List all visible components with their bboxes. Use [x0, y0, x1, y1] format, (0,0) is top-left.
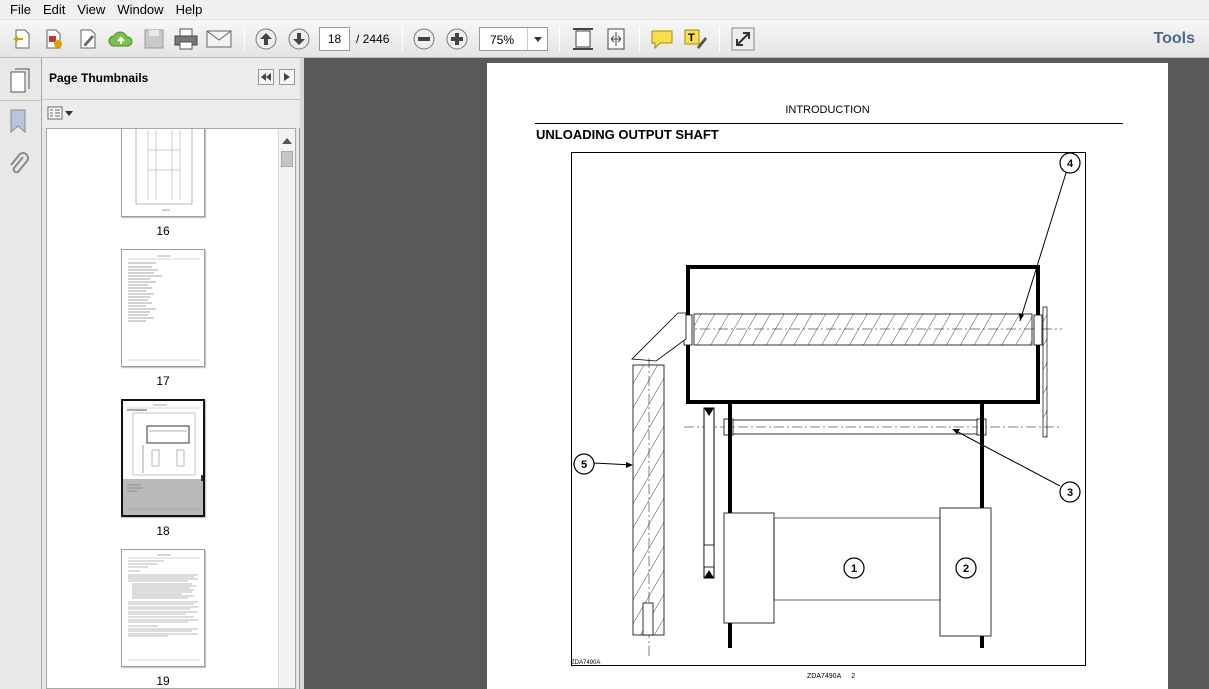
thumbnails-panel-header: Page Thumbnails: [42, 58, 300, 100]
toolbar-separator: [719, 27, 720, 51]
options-menu-icon[interactable]: [47, 106, 73, 120]
svg-text:T: T: [688, 32, 695, 44]
callout-2: 2: [963, 563, 969, 575]
fit-width-icon[interactable]: [602, 25, 630, 53]
thumbnails-scrollbar[interactable]: [278, 129, 295, 688]
menu-view[interactable]: View: [71, 0, 111, 20]
comment-icon[interactable]: [648, 25, 676, 53]
save-icon[interactable]: [140, 25, 168, 53]
fit-page-icon[interactable]: [569, 25, 597, 53]
callout-5: 5: [581, 459, 587, 471]
thumbnail-label: 18: [156, 524, 170, 538]
page-total: / 2446: [356, 32, 390, 46]
strip-divider: [0, 100, 42, 101]
callout-1: 1: [851, 563, 857, 575]
zoom-out-icon[interactable]: [410, 25, 438, 53]
scroll-up-icon[interactable]: [282, 133, 292, 147]
thumbnail-page[interactable]: [121, 249, 205, 367]
technical-figure: 1 2 3 4 5: [571, 152, 1086, 666]
previous-page-icon[interactable]: [252, 25, 280, 53]
toolbar-separator: [559, 27, 560, 51]
menu-help[interactable]: Help: [170, 0, 209, 20]
figure-code: ZDA7490A: [571, 660, 601, 666]
page-header: INTRODUCTION: [785, 104, 870, 116]
chevron-down-icon[interactable]: [527, 28, 547, 50]
navigation-pane: [0, 58, 42, 689]
thumbnail-label: 19: [156, 674, 170, 688]
menu-edit[interactable]: Edit: [37, 0, 71, 20]
page-number-input[interactable]: [319, 27, 350, 51]
page-thumbnails-icon[interactable]: [8, 68, 32, 97]
thumbnail-label: 16: [156, 224, 170, 238]
print-icon[interactable]: [172, 25, 200, 53]
menu-window[interactable]: Window: [111, 0, 169, 20]
thumbnail-page[interactable]: [121, 549, 205, 667]
create-pdf-icon[interactable]: [8, 25, 36, 53]
panel-title: Page Thumbnails: [49, 71, 149, 85]
thumbnails-options-bar: [42, 100, 300, 128]
toolbar-separator: [639, 27, 640, 51]
footer-page-number: 2: [851, 673, 856, 680]
header-rule: [535, 123, 1123, 124]
fullscreen-icon[interactable]: [729, 25, 757, 53]
menu-file[interactable]: File: [4, 0, 37, 20]
zoom-value: 75%: [490, 33, 515, 47]
collapse-panel-icon[interactable]: [258, 69, 274, 85]
callout-3: 3: [1067, 487, 1073, 499]
upload-cloud-icon[interactable]: [107, 25, 135, 53]
next-page-icon[interactable]: [285, 25, 313, 53]
scroll-thumb[interactable]: [281, 151, 293, 167]
thumbnail-page[interactable]: [121, 129, 205, 217]
callout-4: 4: [1067, 158, 1074, 170]
document-viewer[interactable]: INTRODUCTION UNLOADING OUTPUT SHAFT 1 2 …: [304, 58, 1209, 689]
expand-panel-icon[interactable]: [279, 69, 295, 85]
document-page: INTRODUCTION UNLOADING OUTPUT SHAFT 1 2 …: [487, 63, 1168, 689]
toolbar-separator: [244, 27, 245, 51]
edit-icon[interactable]: [74, 25, 102, 53]
page-title: UNLOADING OUTPUT SHAFT: [536, 127, 719, 142]
zoom-select[interactable]: 75%: [479, 27, 548, 51]
bookmark-icon[interactable]: [8, 108, 28, 137]
tools-link[interactable]: Tools: [1154, 30, 1195, 48]
thumbnail-page-selected[interactable]: [121, 399, 205, 517]
menu-bar: File Edit View Window Help: [0, 0, 1209, 20]
paperclip-icon[interactable]: [8, 152, 30, 181]
zoom-in-icon[interactable]: [443, 25, 471, 53]
thumbnail-label: 17: [156, 374, 170, 388]
toolbar: / 2446 75% T Tools: [0, 20, 1209, 58]
thumbnails-list[interactable]: 16 17 18 19: [46, 128, 296, 689]
page-footer: ZDA7490A 2: [807, 673, 855, 680]
highlight-icon[interactable]: T: [681, 25, 709, 53]
email-icon[interactable]: [205, 25, 233, 53]
thumbnails-panel: Page Thumbnails 16 17 18 19: [42, 58, 300, 689]
footer-code: ZDA7490A: [807, 673, 842, 680]
create-from-file-icon[interactable]: [40, 25, 68, 53]
toolbar-separator: [402, 27, 403, 51]
thumbnail-resize-handle[interactable]: [201, 475, 203, 481]
